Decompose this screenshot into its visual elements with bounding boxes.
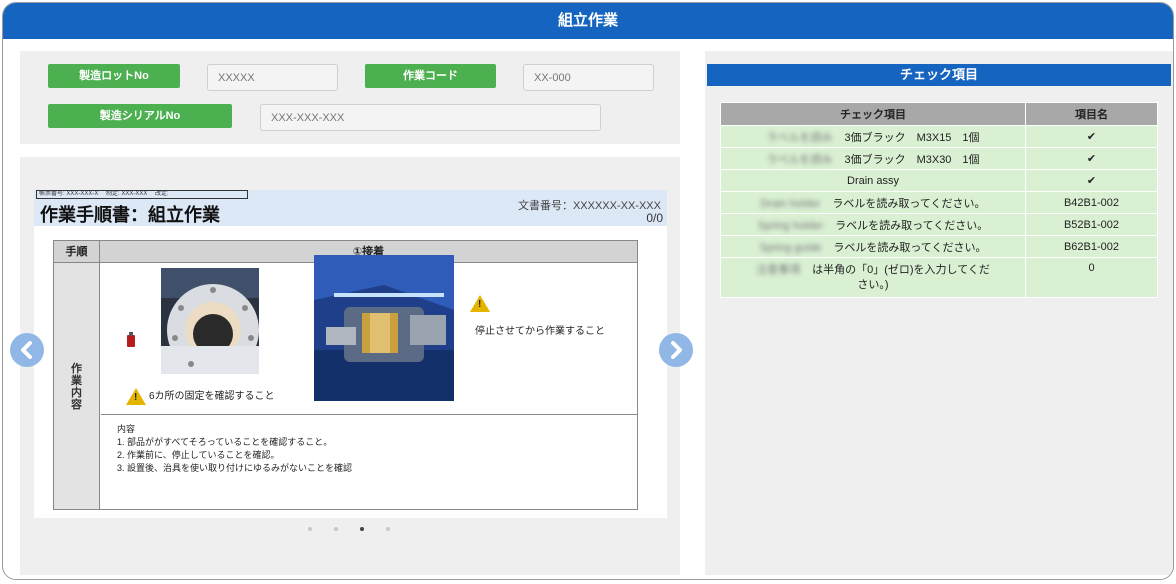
item-code: B62B1-002 <box>1025 235 1158 258</box>
warning-fixing: 6カ所の固定を確認すること <box>126 387 275 405</box>
warning-stop-text: 停止させてから作業すること <box>475 326 605 337</box>
instruction-line: 2. 作業前に、停止していることを確認。 <box>117 450 280 460</box>
serial-no-input[interactable] <box>260 104 601 131</box>
blurred-text: ラベルを読み <box>766 153 833 166</box>
next-button[interactable] <box>659 333 693 367</box>
check-mark: ✔ <box>1025 125 1158 148</box>
lot-no-input[interactable] <box>207 64 338 91</box>
check-item-text: ラベルを読み取ってください。 <box>833 241 987 254</box>
check-item-text: ラベルを読み取ってください。 <box>835 219 989 232</box>
check-row[interactable]: Spring guide ラベルを読み取ってください。 B62B1-002 <box>720 235 1158 258</box>
carousel-dot[interactable] <box>334 527 338 531</box>
warning-fixing-text: 6カ所の固定を確認すること <box>149 391 275 402</box>
check-mark: ✔ <box>1025 147 1158 170</box>
procedure-document: 帳票番号: XXX-XXX-X 制定: XXX-XXX 改定: 作業手順書：組立… <box>34 190 667 518</box>
flange-photo <box>161 268 259 374</box>
check-row[interactable]: Spring holder ラベルを読み取ってください。 B52B1-002 <box>720 213 1158 236</box>
app-window: 組立作業 製造ロットNo 作業コード 製造シリアルNo 帳票番号: XXX-XX… <box>2 2 1174 580</box>
check-mark: ✔ <box>1025 169 1158 192</box>
lot-no-button[interactable]: 製造ロットNo <box>48 64 180 88</box>
carousel-dot[interactable] <box>308 527 312 531</box>
warning-icon <box>470 295 490 312</box>
document-header: 帳票番号: XXX-XXX-X 制定: XXX-XXX 改定: 作業手順書：組立… <box>34 190 667 226</box>
document-number: 文書番号：XXXXXX-XX-XXX <box>517 200 661 212</box>
check-item-text: 3価ブラック M3X30 1個 <box>844 153 980 166</box>
instruction-line: 内容 <box>117 424 136 434</box>
form-number-box: 帳票番号: XXX-XXX-X 制定: XXX-XXX 改定: <box>36 190 248 199</box>
document-viewer: 帳票番号: XXX-XXX-X 制定: XXX-XXX 改定: 作業手順書：組立… <box>20 157 680 575</box>
instructions: 内容 1. 部品ががすべてそろっていることを確認すること。 2. 作業前に、停止… <box>101 414 638 475</box>
work-code-button[interactable]: 作業コード <box>365 64 496 88</box>
procedure-table: 手順 ①接着 作業内容 !6カ所の固定を確認すること ! 停止させてから作業する… <box>53 240 638 510</box>
check-item-text: ラベルを読み取ってください。 <box>832 197 986 210</box>
check-row[interactable]: Drain holder ラベルを読み取ってください。 B42B1-002 <box>720 191 1158 214</box>
item-name-column-header: 項目名 <box>1025 102 1158 126</box>
serial-no-button[interactable]: 製造シリアルNo <box>48 104 232 128</box>
check-panel-title: チェック項目 <box>707 64 1171 86</box>
check-item-text: Drain assy <box>847 174 899 187</box>
warning-stop <box>470 295 493 312</box>
check-table: チェック項目 項目名 ラベルを読み 3価ブラック M3X15 1個 ✔ ラベルを読… <box>720 102 1158 298</box>
check-item-text: は半角の「0」(ゼロ)を入力してください。) <box>812 263 990 291</box>
item-code: B52B1-002 <box>1025 213 1158 236</box>
check-row[interactable]: ラベルを読み 3価ブラック M3X15 1個 ✔ <box>720 125 1158 148</box>
carousel-dots <box>308 527 412 531</box>
work-content-label-text: 作業内容 <box>71 363 82 411</box>
check-row[interactable]: ラベルを読み 3価ブラック M3X30 1個 ✔ <box>720 147 1158 170</box>
carousel-dot-active[interactable] <box>360 527 364 531</box>
machine-photo <box>314 255 454 401</box>
work-panel: 製造ロットNo 作業コード 製造シリアルNo 帳票番号: XXX-XXX-X 制… <box>20 51 680 575</box>
work-code-input[interactable] <box>523 64 654 91</box>
previous-button[interactable] <box>10 333 44 367</box>
check-row[interactable]: Drain assy ✔ <box>720 169 1158 192</box>
chevron-left-icon <box>21 341 32 359</box>
check-table-header: チェック項目 項目名 <box>720 102 1158 126</box>
blurred-text: 注意事項 <box>756 263 801 276</box>
input-form: 製造ロットNo 作業コード 製造シリアルNo <box>20 51 680 144</box>
warning-icon <box>126 387 146 405</box>
carousel-dot[interactable] <box>386 527 390 531</box>
blurred-text: Spring holder <box>757 219 824 232</box>
chevron-right-icon <box>671 341 682 359</box>
blurred-text: Drain holder <box>760 197 821 210</box>
check-row[interactable]: 注意事項 は半角の「0」(ゼロ)を入力してください。) 0 <box>720 257 1158 298</box>
tag-image <box>127 332 135 347</box>
item-code: B42B1-002 <box>1025 191 1158 214</box>
check-item-column-header: チェック項目 <box>720 102 1026 126</box>
document-title: 作業手順書：組立作業 <box>40 205 220 226</box>
window-title: 組立作業 <box>3 3 1173 39</box>
work-content-label: 作業内容 <box>54 263 100 509</box>
instruction-line: 1. 部品ががすべてそろっていることを確認すること。 <box>117 437 333 447</box>
procedure-column-header: 手順 <box>54 241 100 263</box>
document-page: 0/0 <box>646 211 663 225</box>
blurred-text: Spring guide <box>759 241 822 254</box>
instruction-line: 3. 設置後、治具を使い取り付けにゆるみがないことを確認 <box>117 463 353 473</box>
blurred-text: ラベルを読み <box>766 131 833 144</box>
check-panel: チェック項目 チェック項目 項目名 ラベルを読み 3価ブラック M3X15 1個 … <box>705 51 1173 575</box>
item-value: 0 <box>1025 257 1158 298</box>
check-item-text: 3価ブラック M3X15 1個 <box>844 131 980 144</box>
